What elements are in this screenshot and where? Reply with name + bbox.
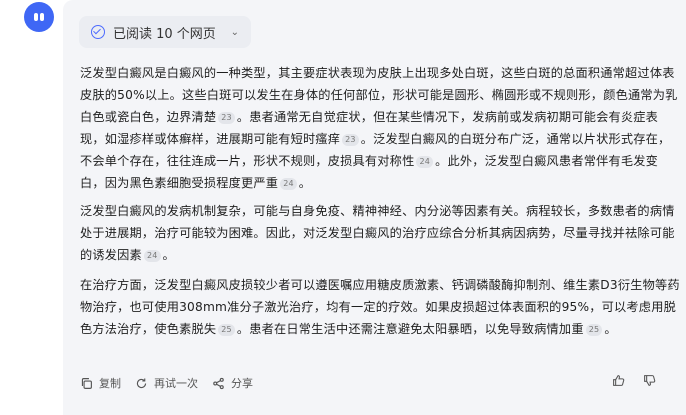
- copy-label: 复制: [99, 377, 121, 390]
- assistant-avatar: [24, 2, 54, 32]
- response-paragraph-1: 泛发型白癜风是白癜风的一种类型，其主要症状表现为皮肤上出现多处白斑，这些白斑的总…: [80, 62, 680, 194]
- thumbs-down-icon[interactable]: [643, 374, 656, 387]
- citation-badge[interactable]: 23: [342, 134, 359, 146]
- response-actions: 复制 再试一次 分享: [80, 372, 253, 394]
- thumbs-up-icon[interactable]: [612, 374, 625, 387]
- feedback-buttons: [612, 374, 656, 387]
- share-icon: [212, 377, 225, 390]
- copy-icon: [80, 377, 93, 390]
- citation-badge[interactable]: 24: [280, 178, 297, 190]
- check-circle-icon: [91, 25, 105, 39]
- share-button[interactable]: 分享: [212, 375, 253, 391]
- citation-badge[interactable]: 24: [143, 250, 161, 262]
- avatar-eye-left: [34, 13, 38, 21]
- copy-button[interactable]: 复制: [80, 375, 121, 391]
- chevron-down-icon: ⌄: [230, 26, 239, 38]
- assistant-response-card: 已阅读 10 个网页 ⌄ 泛发型白癜风是白癜风的一种类型，其主要症状表现为皮肤上…: [63, 0, 686, 415]
- retry-icon: [135, 377, 148, 390]
- share-label: 分享: [231, 377, 253, 390]
- paragraph-text: 。患者在日常生活中还需注意避免太阳暴晒，以免导致病情加重: [236, 322, 584, 336]
- paragraph-text: 。: [604, 322, 617, 336]
- citation-badge[interactable]: 23: [218, 112, 235, 124]
- response-paragraph-3: 在治疗方面，泛发型白癜风皮损较少者可以遵医嘱应用糖皮质激素、钙调磷酸酶抑制剂、维…: [80, 274, 680, 340]
- paragraph-text: 。: [162, 248, 175, 262]
- citation-badge[interactable]: 25: [585, 324, 603, 336]
- avatar-eye-right: [40, 13, 44, 21]
- web-sources-toggle[interactable]: 已阅读 10 个网页 ⌄: [79, 16, 251, 48]
- citation-badge[interactable]: 25: [218, 324, 235, 336]
- response-paragraph-2: 泛发型白癜风的发病机制复杂，可能与自身免疫、精神神经、内分泌等因素有关。病程较长…: [80, 200, 680, 266]
- citation-badge[interactable]: 24: [416, 156, 434, 168]
- paragraph-text: 。: [298, 176, 312, 190]
- retry-label: 再试一次: [154, 377, 198, 390]
- retry-button[interactable]: 再试一次: [135, 375, 198, 391]
- web-sources-label: 已阅读 10 个网页: [113, 26, 216, 42]
